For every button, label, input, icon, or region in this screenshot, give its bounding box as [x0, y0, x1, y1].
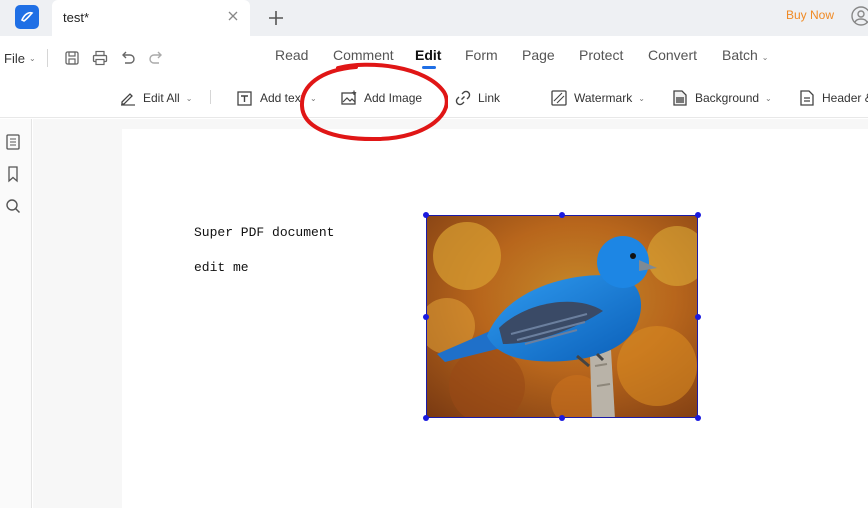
undo-icon[interactable]: [119, 49, 137, 67]
divider: [210, 90, 211, 104]
tab-batch[interactable]: Batch ⌄: [722, 47, 768, 63]
resize-handle[interactable]: [559, 415, 565, 421]
link-label: Link: [478, 91, 501, 105]
resize-handle[interactable]: [695, 314, 701, 320]
document-tab[interactable]: test*: [52, 0, 250, 36]
print-icon[interactable]: [91, 49, 109, 67]
file-menu-label: File: [4, 51, 25, 66]
header-footer-label: Header &: [822, 91, 868, 105]
header-footer-button[interactable]: Header &: [798, 87, 868, 109]
user-avatar-icon[interactable]: [850, 5, 868, 27]
tab-convert[interactable]: Convert: [648, 47, 697, 63]
app-logo-icon[interactable]: [15, 5, 39, 29]
tab-page[interactable]: Page: [522, 47, 555, 63]
chevron-down-icon: ⌄: [761, 53, 769, 62]
tab-batch-label: Batch: [722, 47, 758, 63]
chevron-down-icon: ⌄: [28, 54, 36, 63]
edit-pencil-icon: [121, 93, 135, 106]
divider: [47, 49, 48, 67]
close-tab-icon[interactable]: [226, 9, 240, 23]
background-label: Background: [695, 91, 760, 105]
resize-handle[interactable]: [423, 212, 429, 218]
background-icon: [673, 90, 687, 106]
tab-comment[interactable]: Comment: [333, 47, 394, 63]
watermark-icon: [551, 90, 567, 106]
add-text-icon: [237, 91, 252, 106]
chevron-down-icon: ⌄: [765, 93, 772, 103]
resize-handle[interactable]: [423, 415, 429, 421]
chevron-down-icon: ⌄: [638, 93, 645, 103]
edit-all-label: Edit All: [143, 91, 180, 105]
search-icon[interactable]: [4, 197, 22, 215]
resize-handle[interactable]: [423, 314, 429, 320]
watermark-label: Watermark: [574, 91, 633, 105]
edit-all-button[interactable]: Edit All ⌄: [119, 87, 192, 109]
document-text-line[interactable]: Super PDF document: [194, 225, 334, 240]
new-tab-icon[interactable]: [266, 8, 286, 28]
file-menu[interactable]: File ⌄: [4, 51, 36, 66]
link-icon: [455, 90, 471, 106]
watermark-button[interactable]: Watermark ⌄: [550, 87, 645, 109]
header-footer-icon: [800, 90, 814, 106]
bird-photo: [427, 216, 697, 417]
resize-handle[interactable]: [695, 415, 701, 421]
tab-protect[interactable]: Protect: [579, 47, 623, 63]
selected-bird-image[interactable]: [426, 215, 698, 418]
tab-form[interactable]: Form: [465, 47, 498, 63]
annotation-circle: [299, 62, 448, 142]
chevron-down-icon: ⌄: [185, 93, 193, 103]
document-text-line[interactable]: edit me: [194, 260, 249, 275]
resize-handle[interactable]: [559, 212, 565, 218]
buy-now-link[interactable]: Buy Now: [786, 8, 834, 22]
left-sidebar: [0, 119, 32, 508]
tab-read[interactable]: Read: [275, 47, 308, 63]
resize-handle[interactable]: [695, 212, 701, 218]
bookmark-icon[interactable]: [4, 165, 22, 183]
tab-edit[interactable]: Edit: [415, 47, 441, 63]
thumbnails-icon[interactable]: [4, 133, 22, 151]
tab-title: test*: [63, 10, 90, 25]
redo-icon[interactable]: [147, 49, 165, 67]
save-icon[interactable]: [63, 49, 81, 67]
background-button[interactable]: Background ⌄: [671, 87, 772, 109]
app-window: test* Buy Now File ⌄ Read Comment Edit F…: [0, 0, 868, 508]
title-bar: test* Buy Now: [0, 0, 868, 36]
link-button[interactable]: Link: [454, 87, 500, 109]
